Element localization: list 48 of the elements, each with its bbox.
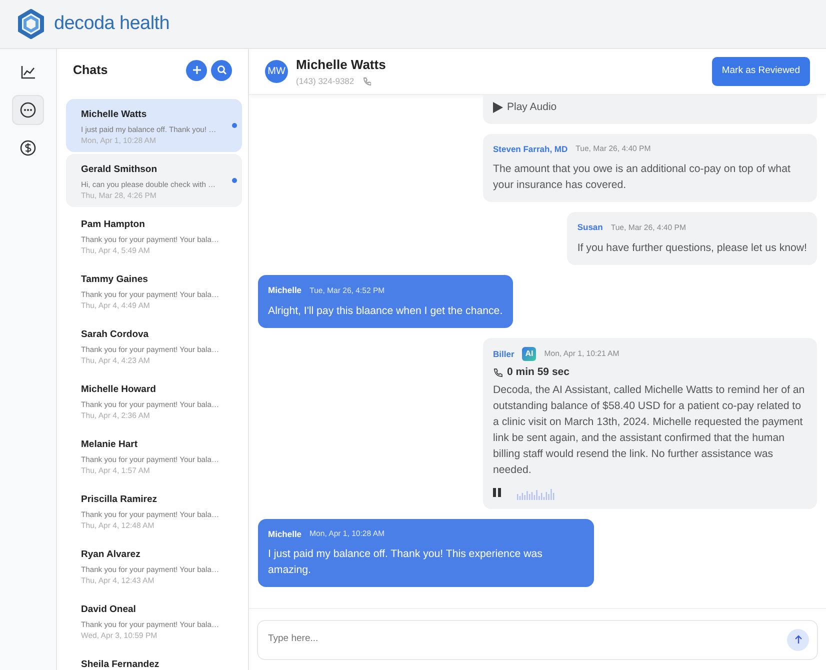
new-chat-button[interactable] xyxy=(186,60,207,81)
ai-badge: AI xyxy=(522,346,536,361)
dollar-icon xyxy=(19,139,37,157)
contact-name: Michelle Howard xyxy=(81,383,157,398)
call-duration: 0 min 59 sec xyxy=(507,364,570,380)
message-text: I just paid my balance off. Thank you! This experience was amazing. xyxy=(268,547,544,578)
contact-name: Melanie Hart xyxy=(81,438,138,452)
contact-name: Sheila Fernandez xyxy=(81,658,160,670)
send-button[interactable] xyxy=(787,628,809,651)
sender-name: Susan xyxy=(577,221,603,234)
search-button[interactable] xyxy=(211,60,232,81)
contact-name: Ryan Alvarez xyxy=(81,548,142,562)
contact-name: Tammy Gaines xyxy=(81,273,149,288)
hexagon-logo-icon xyxy=(16,9,46,39)
brand-name: decoda health xyxy=(54,12,170,36)
contact-name: Priscilla Ramirez xyxy=(81,493,158,508)
message-text: If you have further questions, please let us know! xyxy=(577,241,807,256)
contact-name: Pam Hampton xyxy=(81,218,146,232)
sender-name: Steven Farrah, MD xyxy=(493,142,568,156)
message-composer-field[interactable]: Type here... xyxy=(257,620,818,660)
message-text: Decoda, the AI Assistant, called Michelle Watts to remind her of an outstanding balance of $58.40 USD for a patient co-pay related to a clinic visit on March 13th, 2024. Michelle requested the payment link be sent again, and the assistant confirmed that the human billing staff would resend the link. No further assistance was needed. xyxy=(493,382,806,478)
message-text: Alright, I'll pay this blaance when I get the chance. xyxy=(268,304,503,319)
contact-avatar: MW xyxy=(265,60,288,83)
contact-name: Michelle Watts xyxy=(296,56,387,74)
contact-name: Gerald Smithson xyxy=(81,163,158,178)
phone-icon xyxy=(362,76,372,86)
chat-bubble-icon xyxy=(19,101,37,119)
phone-call-icon xyxy=(493,368,503,378)
search-icon xyxy=(216,65,226,76)
mark-reviewed-button[interactable]: Mark as Reviewed xyxy=(712,57,810,86)
chats-title: Chats xyxy=(73,62,109,79)
sender-name: Biller xyxy=(493,348,514,360)
play-audio-button[interactable]: Play Audio xyxy=(493,100,557,116)
nav-button[interactable] xyxy=(12,95,44,125)
pause-icon[interactable] xyxy=(493,488,501,498)
phone-number: (143) 324-9382 xyxy=(296,74,354,88)
sender-name: Michelle xyxy=(268,528,302,540)
chat-list-item[interactable]: Sheila Fernandez xyxy=(66,649,242,670)
message-input-field[interactable]: Type here... xyxy=(266,631,787,648)
play-icon xyxy=(493,102,503,114)
contact-name: David Oneal xyxy=(81,603,137,618)
contact-name: Michelle Watts xyxy=(81,108,148,122)
message-text: The amount that you owe is an additional co-pay on top of what your insurance has covered. xyxy=(493,162,792,194)
line-chart-icon xyxy=(19,63,37,81)
arrow-up-icon xyxy=(794,635,802,644)
contact-name: Sarah Cordova xyxy=(81,328,150,342)
sender-name: Michelle xyxy=(268,284,302,297)
plus-icon xyxy=(192,65,202,76)
